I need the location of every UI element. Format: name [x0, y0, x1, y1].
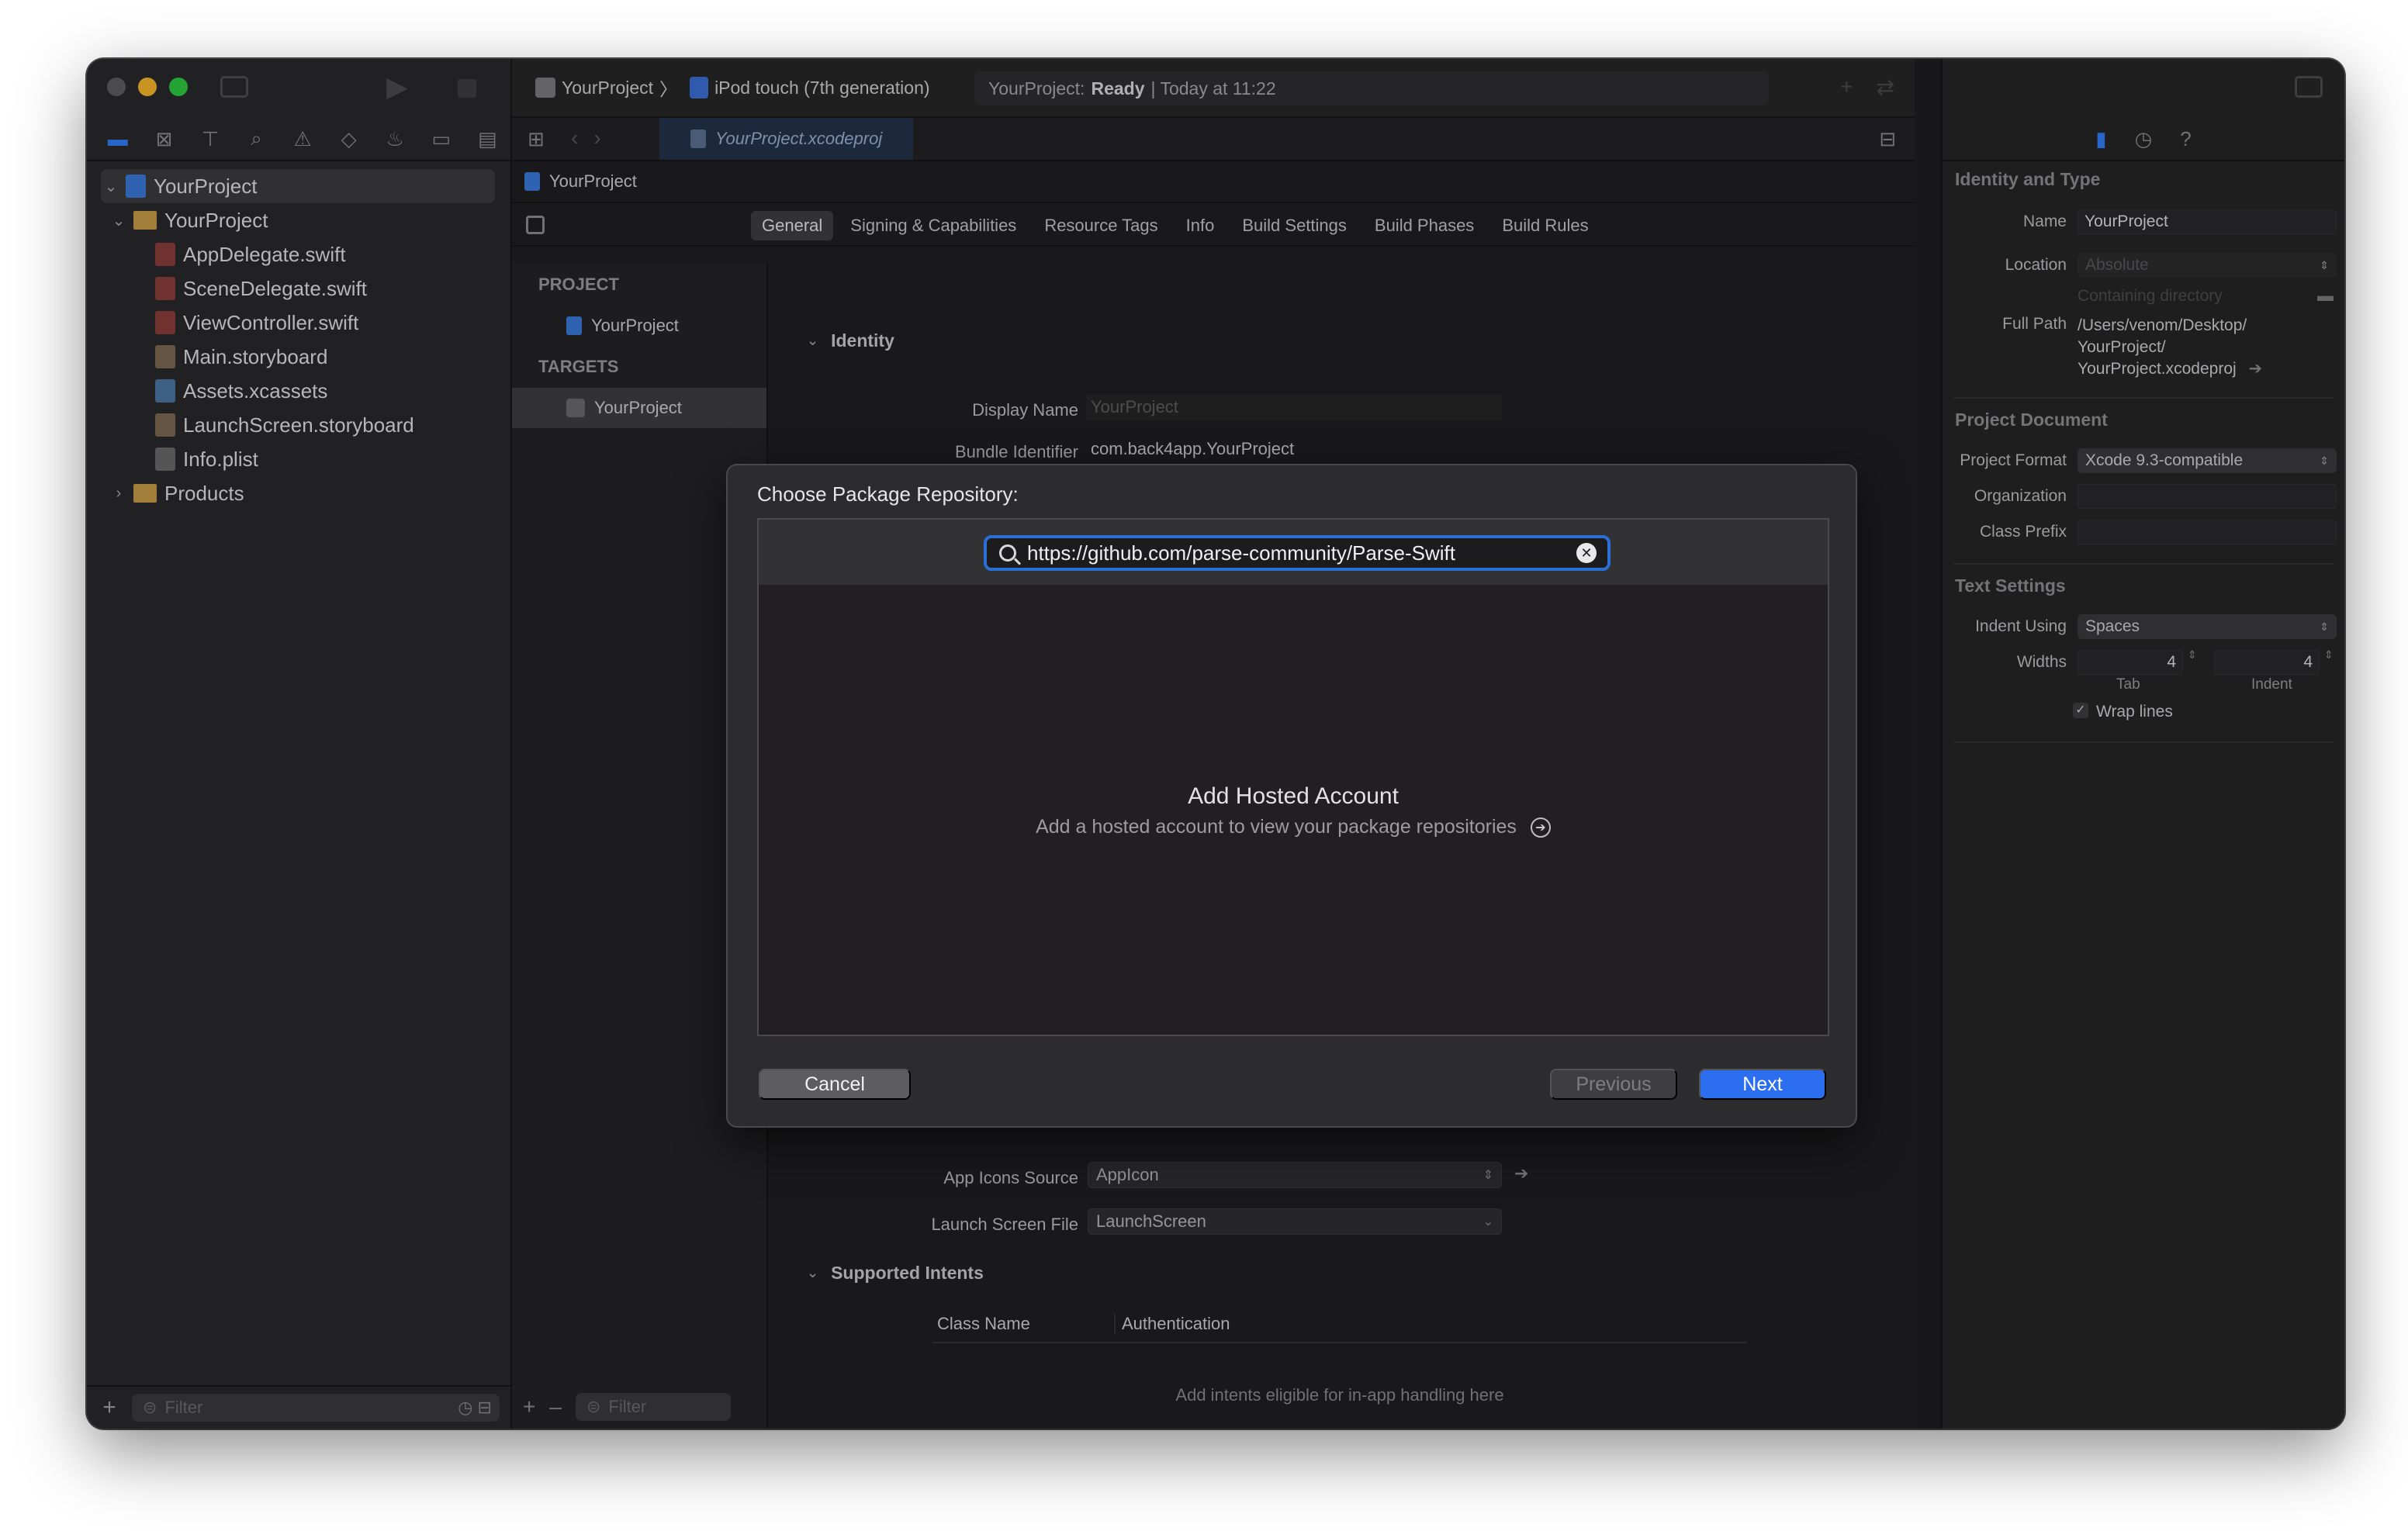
- previous-button[interactable]: Previous: [1550, 1069, 1677, 1100]
- hosted-account-message: Add a hosted account to view your packag…: [1036, 816, 1517, 838]
- hosted-account-subtitle[interactable]: Add a hosted account to view your packag…: [759, 816, 1828, 838]
- package-list-panel: ✕ Add Hosted Account Add a hosted accoun…: [757, 518, 1829, 1036]
- arrow-right-circle-icon[interactable]: ➔: [1530, 817, 1551, 838]
- next-button[interactable]: Next: [1699, 1069, 1826, 1100]
- package-url-input[interactable]: [1027, 541, 1566, 565]
- search-strip: ✕: [759, 520, 1828, 585]
- hosted-account-title: Add Hosted Account: [1188, 783, 1399, 809]
- cancel-button[interactable]: Cancel: [759, 1069, 911, 1100]
- package-search-field[interactable]: ✕: [984, 535, 1611, 571]
- choose-package-sheet: Choose Package Repository: ✕ Add Hosted …: [726, 464, 1857, 1128]
- sheet-title: Choose Package Repository:: [757, 482, 1019, 506]
- xcode-window: ▶ ▬ ⊠ ⊤ ⌕ ⚠ ◇ ♨ ▭ ▤ ⌄ YourProject ⌄ Your…: [87, 59, 2344, 1429]
- clear-search-icon[interactable]: ✕: [1576, 543, 1597, 563]
- search-icon: [999, 544, 1016, 562]
